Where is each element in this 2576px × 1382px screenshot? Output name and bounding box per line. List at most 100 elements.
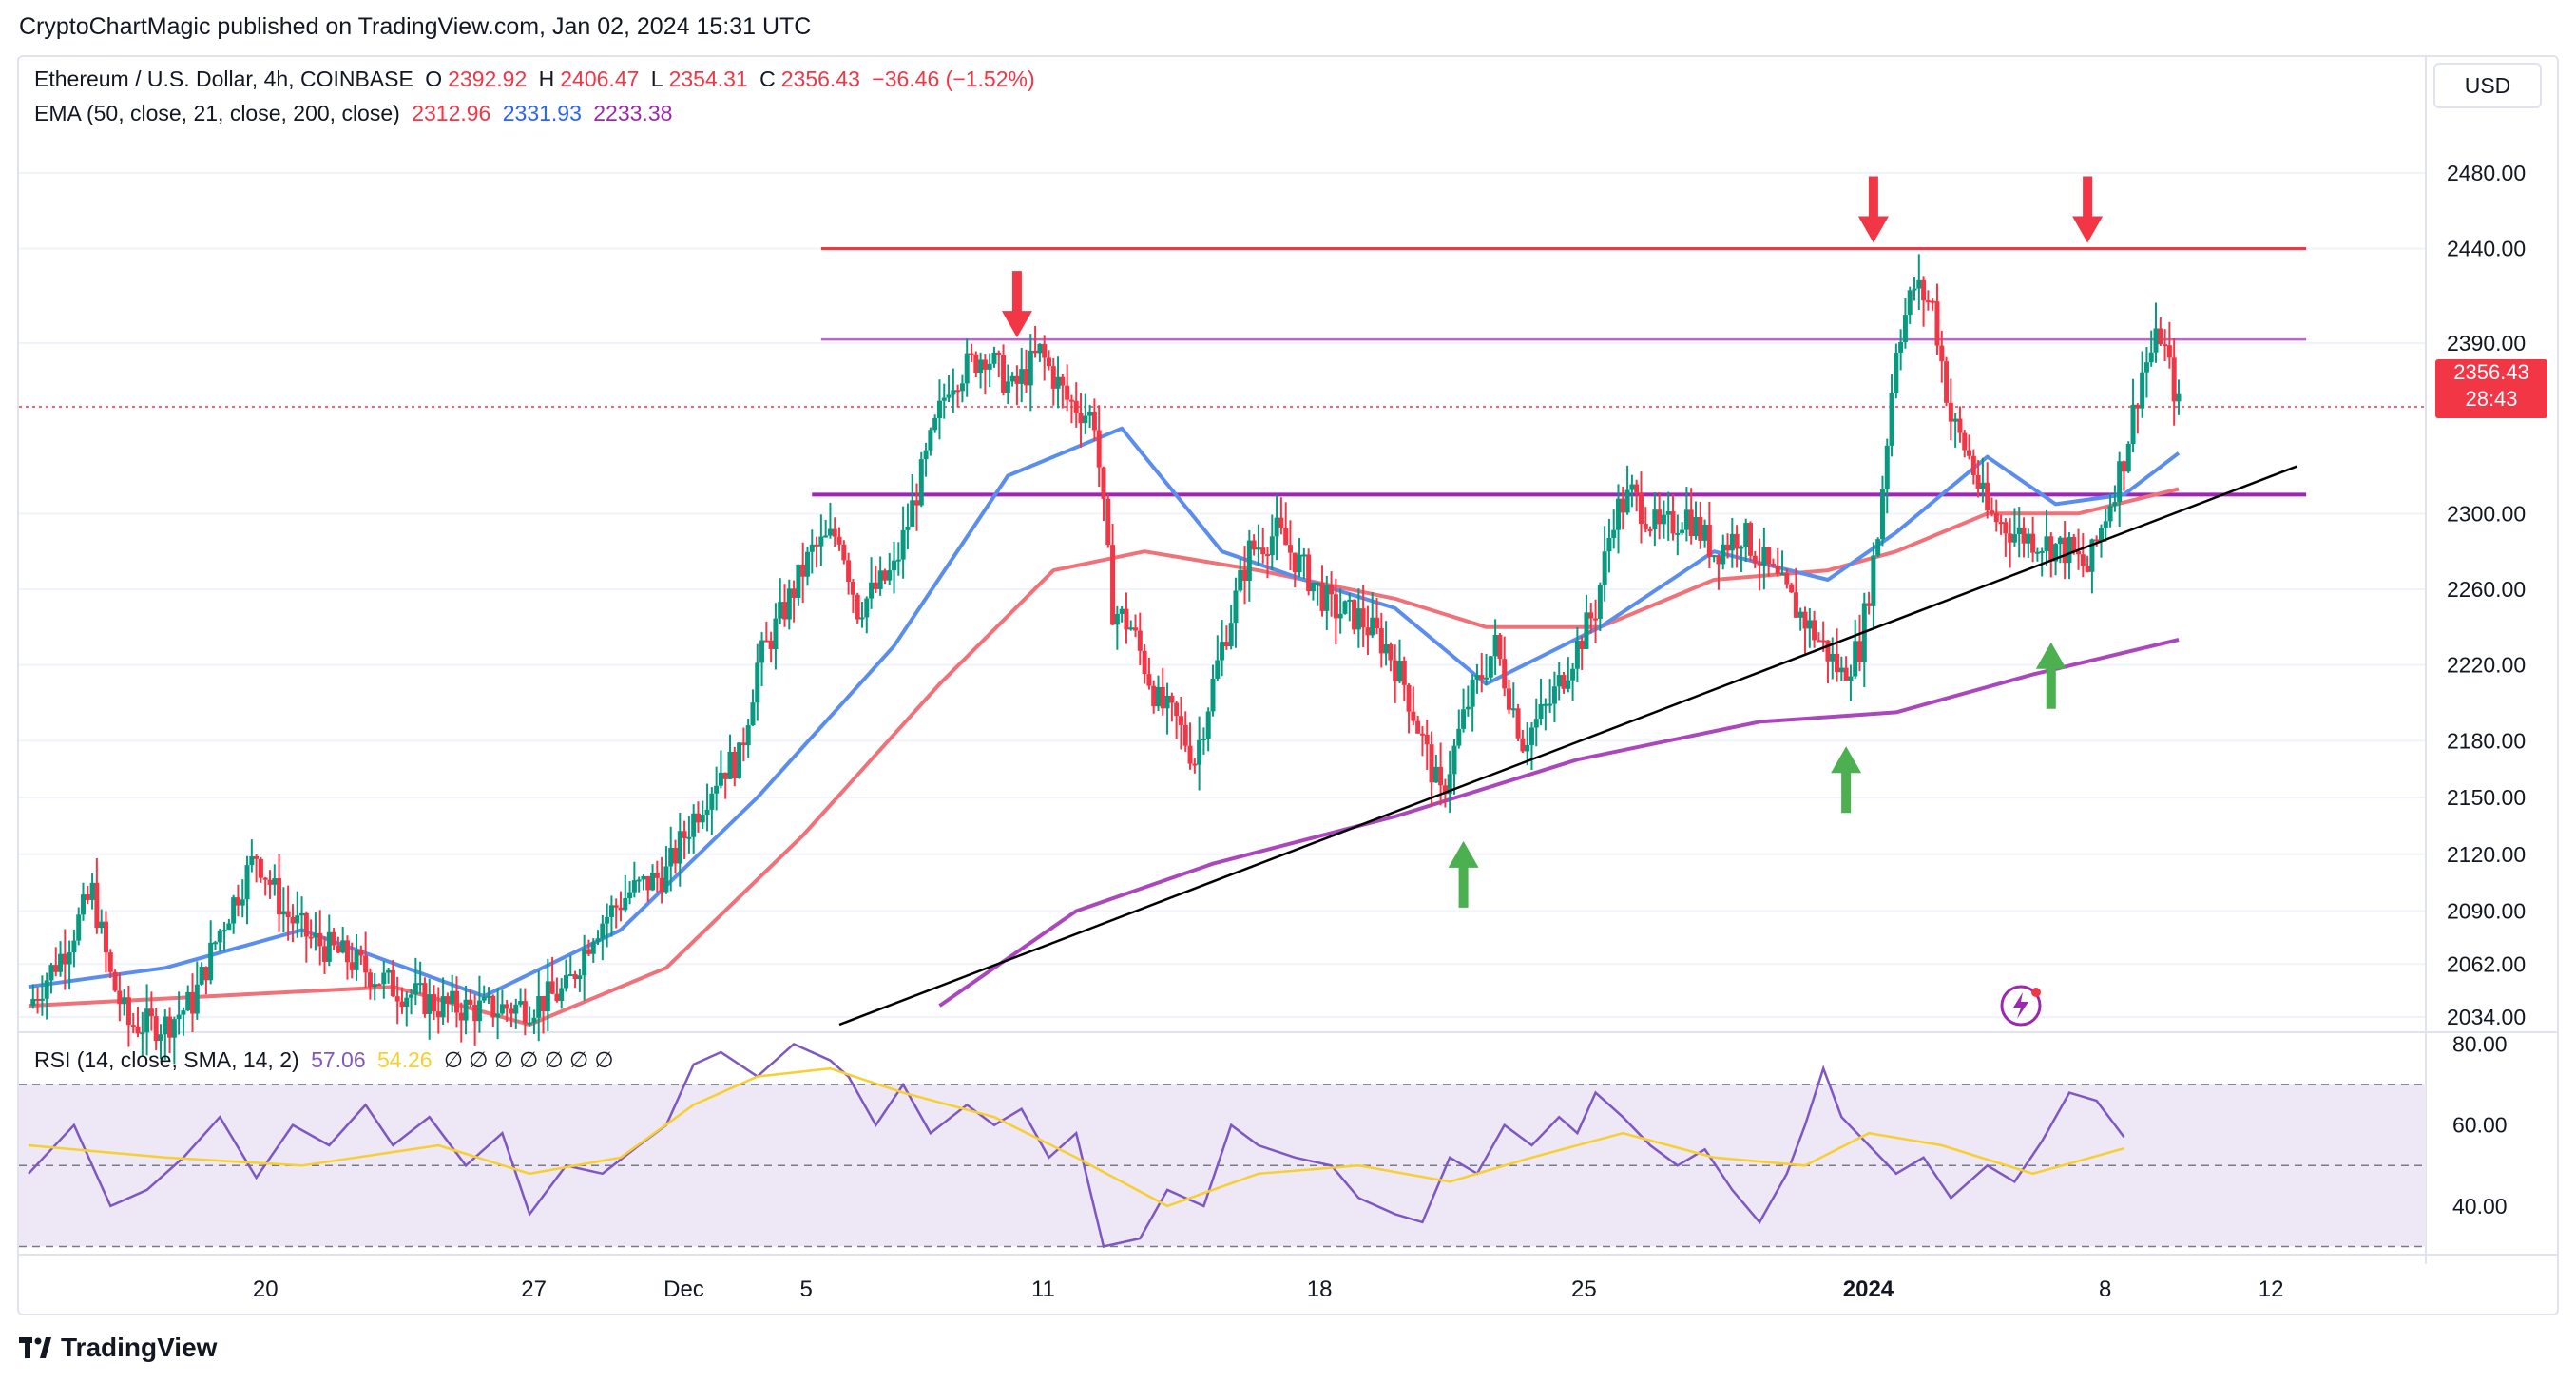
candle-body bbox=[627, 892, 633, 899]
candle-body bbox=[1215, 660, 1221, 679]
candle-body bbox=[122, 997, 127, 1005]
price-tick-label: 2300.00 bbox=[2447, 501, 2526, 526]
candle-body bbox=[1370, 617, 1375, 636]
candle-body bbox=[1105, 498, 1111, 546]
candle-body bbox=[1378, 628, 1384, 654]
candle-body bbox=[2176, 393, 2182, 402]
candle-body bbox=[1967, 450, 1972, 456]
candle-body bbox=[1087, 412, 1093, 416]
candle-body bbox=[714, 785, 720, 794]
candle-body bbox=[1939, 345, 1945, 362]
ema50-value: 2312.96 bbox=[412, 101, 491, 125]
up-arrow-icon bbox=[1448, 840, 1479, 908]
tradingview-footer[interactable]: TradingView bbox=[19, 1333, 217, 1363]
candle-body bbox=[331, 931, 336, 946]
candle-body bbox=[363, 955, 369, 973]
candle-body bbox=[686, 836, 692, 839]
candle-body bbox=[1629, 484, 1635, 490]
candle-body bbox=[700, 815, 705, 823]
candle-body bbox=[1830, 653, 1836, 662]
candle-body bbox=[796, 564, 801, 598]
candle-body bbox=[541, 996, 547, 1012]
candle-body bbox=[2158, 328, 2163, 345]
last-price-value: 2356.43 bbox=[2453, 360, 2529, 384]
candle-body bbox=[1028, 350, 1033, 386]
candle-body bbox=[1907, 290, 1913, 316]
candle-body bbox=[559, 988, 565, 1001]
candle-body bbox=[1638, 492, 1644, 525]
candle-body bbox=[1816, 640, 1821, 643]
candle-body bbox=[1456, 728, 1462, 746]
time-tick-label: Dec bbox=[663, 1276, 704, 1302]
candle-body bbox=[791, 588, 797, 598]
candle-body bbox=[1133, 627, 1139, 631]
candle-body bbox=[158, 1034, 163, 1042]
candle-body bbox=[125, 997, 131, 1026]
candle-body bbox=[704, 809, 710, 816]
candle-body bbox=[1597, 585, 1603, 619]
candle-body bbox=[1246, 540, 1252, 582]
candle-body bbox=[2121, 461, 2126, 472]
candle-body bbox=[2044, 536, 2049, 551]
candle-body bbox=[1593, 618, 1599, 621]
candle-body bbox=[882, 570, 888, 581]
candle-body bbox=[1451, 745, 1457, 775]
candle-body bbox=[850, 581, 855, 595]
currency-selector[interactable]: USD bbox=[2433, 63, 2542, 108]
candle-body bbox=[809, 544, 815, 552]
candle-body bbox=[2117, 461, 2123, 503]
candle-body bbox=[221, 930, 227, 932]
candle-body bbox=[1274, 517, 1279, 537]
horizontal-levels bbox=[19, 247, 2426, 497]
candle-body bbox=[2107, 506, 2113, 522]
candle-body bbox=[910, 500, 915, 527]
candle-body bbox=[1178, 716, 1183, 725]
candle-body bbox=[1661, 514, 1666, 525]
candle-body bbox=[918, 459, 924, 506]
candle-body bbox=[1310, 582, 1316, 592]
candle-body bbox=[62, 953, 67, 965]
candle-body bbox=[1142, 650, 1147, 675]
candle-body bbox=[1525, 744, 1530, 752]
candle-body bbox=[1461, 709, 1467, 729]
candle-body bbox=[130, 1025, 136, 1027]
candle-body bbox=[1802, 611, 1808, 629]
high-value: 2406.47 bbox=[560, 67, 640, 91]
candle-body bbox=[1396, 661, 1402, 682]
candle-body bbox=[1220, 642, 1225, 661]
candle-body bbox=[1005, 381, 1010, 393]
candle-body bbox=[1980, 482, 1986, 489]
candle-body bbox=[1251, 540, 1257, 550]
candle-body bbox=[231, 897, 237, 924]
up-arrow-icon bbox=[2035, 642, 2067, 709]
candle-body bbox=[212, 942, 218, 945]
candle-body bbox=[1634, 484, 1640, 493]
candle-body bbox=[117, 990, 123, 1005]
candle-body bbox=[107, 952, 113, 972]
candle-body bbox=[2003, 522, 2009, 534]
candle-body bbox=[399, 1001, 405, 1008]
candle-body bbox=[1784, 573, 1790, 585]
candle-body bbox=[30, 998, 36, 1007]
candle-body bbox=[590, 942, 596, 954]
candle-body bbox=[1871, 555, 1876, 606]
price-tick-label: 2440.00 bbox=[2447, 237, 2526, 261]
candle-body bbox=[814, 544, 819, 547]
candle-body bbox=[2099, 528, 2104, 541]
candle-body bbox=[340, 940, 346, 953]
change-value: −36.46 (−1.52%) bbox=[872, 67, 1035, 91]
chart-canvas[interactable]: 2034.00 2062.00 2090.00 2120.00 2150.00 2180.… bbox=[0, 0, 2576, 1382]
candle-body bbox=[1342, 601, 1348, 614]
candle-body bbox=[1223, 642, 1229, 647]
candle-body bbox=[453, 990, 459, 1013]
candle-body bbox=[1119, 608, 1125, 614]
candle-body bbox=[1789, 584, 1795, 593]
candle-body bbox=[1306, 554, 1312, 592]
candle-body bbox=[1706, 524, 1712, 557]
candle-body bbox=[549, 981, 555, 994]
candle-body bbox=[832, 528, 837, 537]
candle-body bbox=[1570, 668, 1576, 681]
candle-body bbox=[1124, 608, 1129, 630]
candle-body bbox=[135, 1026, 141, 1034]
rsi-value: 57.06 bbox=[311, 1047, 366, 1072]
